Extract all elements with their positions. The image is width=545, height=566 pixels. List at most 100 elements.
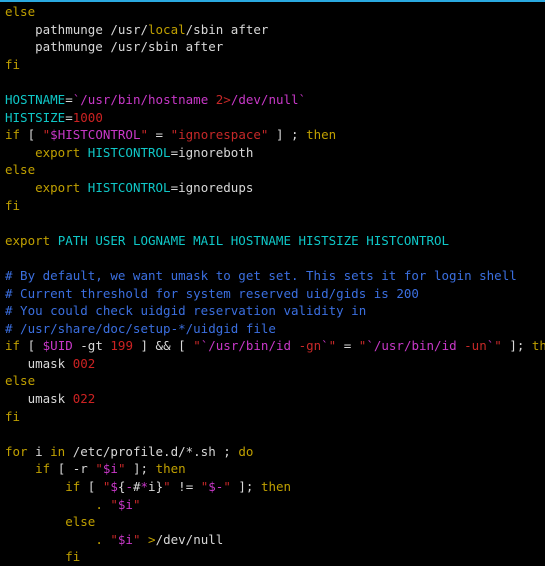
code-token: # Current threshold for system reserved … <box>5 285 419 301</box>
code-token: " <box>110 496 118 512</box>
code-line: if [ "$HISTCONTROL" = "ignorespace" ] ; … <box>5 126 545 144</box>
code-token: umask <box>5 391 73 407</box>
code-line: HOSTNAME=`/usr/bin/hostname 2>/dev/null` <box>5 91 545 109</box>
code-token: umask <box>5 355 73 371</box>
code-token: . <box>95 496 103 512</box>
code-token: else <box>65 514 96 530</box>
code-token: /dev/null <box>230 91 299 107</box>
code-token: /dev/null <box>155 531 224 547</box>
code-token: [ <box>50 461 73 477</box>
code-token: [ <box>20 127 43 143</box>
code-token: -gn <box>298 338 322 354</box>
code-token: ]; <box>125 461 156 477</box>
code-token: /usr/bin/hostname <box>80 91 216 107</box>
code-token: -r <box>72 461 88 477</box>
code-line: for i in /etc/profile.d/*.sh ; do <box>5 443 545 461</box>
code-token: - <box>125 479 133 495</box>
code-token: =ignoredups <box>170 179 254 195</box>
code-token: * <box>140 479 149 495</box>
code-token: HISTCONTROL <box>87 179 171 195</box>
code-token: > <box>148 531 156 547</box>
code-token: in <box>50 443 66 459</box>
code-token: # By default, we want umask to get set. … <box>5 267 517 283</box>
code-token: export <box>35 179 81 195</box>
code-token: "ignorespace" <box>170 127 269 143</box>
code-line: else <box>5 372 545 390</box>
code-token: then <box>260 479 292 495</box>
code-line: if [ -r "$i" ]; then <box>5 460 545 478</box>
code-line: # You could check uidgid reservation val… <box>5 302 545 320</box>
code-content[interactable]: else pathmunge /usr/local/sbin after pat… <box>0 3 545 566</box>
code-token: i <box>27 443 51 459</box>
code-token: # /usr/share/doc/setup-*/uidgid file <box>5 320 276 336</box>
code-token: pathmunge /usr/ <box>35 21 148 37</box>
code-line: . "$i" >/dev/null <box>5 531 545 549</box>
code-line: # By default, we want umask to get set. … <box>5 267 545 285</box>
code-token: ] <box>132 338 156 354</box>
code-token: [ <box>80 479 103 495</box>
code-token: . <box>95 531 103 547</box>
code-line: umask 002 <box>5 355 545 373</box>
code-token: [ <box>170 338 194 354</box>
code-token: fi <box>5 56 21 72</box>
code-token: else <box>5 4 36 19</box>
code-token: /etc/profile.d/*.sh ; <box>65 443 239 459</box>
code-token: HOSTNAME <box>5 91 66 107</box>
code-token: = <box>65 109 73 125</box>
code-token: $- <box>208 479 224 495</box>
code-line: export HISTCONTROL=ignoreboth <box>5 144 545 162</box>
code-token: fi <box>5 408 21 424</box>
code-token: " <box>140 127 149 143</box>
code-token: 022 <box>72 391 96 407</box>
code-token: fi <box>5 197 21 213</box>
code-token: if <box>5 338 21 354</box>
code-token: 199 <box>110 338 133 354</box>
code-token: i} <box>148 479 164 495</box>
code-token: if <box>5 127 21 143</box>
window-top-border <box>0 0 545 2</box>
code-token: ]; <box>230 479 261 495</box>
code-line: if [ $UID -gt 199 ] && [ "`/usr/bin/id -… <box>5 337 545 355</box>
code-token: " <box>110 531 118 547</box>
code-token: " <box>132 496 141 512</box>
code-token: if <box>65 479 81 495</box>
code-line: fi <box>5 197 545 215</box>
code-token: local <box>148 21 186 37</box>
code-token: = <box>148 127 171 143</box>
code-token: if <box>35 461 51 477</box>
code-token: =ignoreboth <box>170 144 254 160</box>
code-token: " <box>163 479 171 495</box>
code-token: export <box>5 232 51 248</box>
code-line: if [ "${-#*i}" != "$-" ]; then <box>5 478 545 496</box>
code-token: -gt <box>80 338 103 354</box>
code-token: fi <box>65 549 81 565</box>
code-token: ]; <box>501 338 532 354</box>
terminal-window[interactable]: else pathmunge /usr/local/sbin after pat… <box>0 0 545 566</box>
code-line: HISTSIZE=1000 <box>5 109 545 127</box>
code-token: != <box>170 479 201 495</box>
code-line: else <box>5 3 545 21</box>
code-token: else <box>5 373 36 389</box>
code-token: " <box>223 479 231 495</box>
code-line: # /usr/share/doc/setup-*/uidgid file <box>5 320 545 338</box>
code-token: # <box>132 479 141 495</box>
code-line: else <box>5 513 545 531</box>
code-token: 2> <box>215 91 231 107</box>
code-token: $i <box>102 461 118 477</box>
code-token: ] ; <box>268 127 307 143</box>
code-token: /usr/bin/id <box>208 338 299 354</box>
code-line: . "$i" <box>5 496 545 514</box>
code-token: export <box>35 144 81 160</box>
code-token: $UID <box>42 338 73 354</box>
code-line: export PATH USER LOGNAME MAIL HOSTNAME H… <box>5 232 545 250</box>
code-token: $i <box>117 496 133 512</box>
